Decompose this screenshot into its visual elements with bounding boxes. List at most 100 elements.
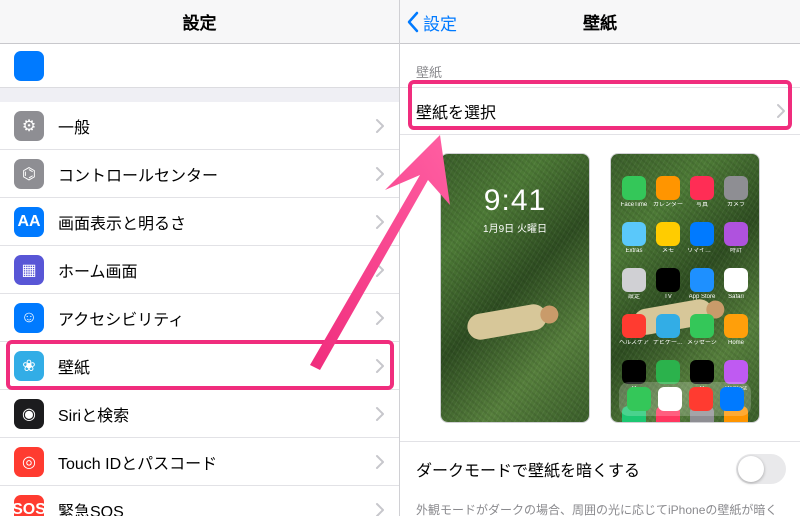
home-grid-icon: ▦ [14,255,44,285]
switches-icon: ⌬ [14,159,44,189]
settings-row-switches[interactable]: ⌬ コントロールセンター [0,150,399,198]
dark-mode-footer: 外観モードがダークの場合、周囲の光に応じてiPhoneの壁紙が暗く [400,496,800,516]
app-label: Home [728,340,744,346]
dark-mode-row: ダークモードで壁紙を暗くする [400,441,800,496]
app-label: FaceTime [621,202,647,208]
chevron-right-icon [375,502,385,516]
lock-screen-preview[interactable]: 9:41 1月9日 火曜日 [440,153,590,423]
home-app: 時計 [721,222,751,262]
app-icon [622,176,646,200]
app-icon [690,222,714,246]
home-app: ナビゲーション [653,314,683,354]
chevron-right-icon [375,310,385,326]
row-label: 緊急SOS [58,498,375,516]
chevron-right-icon [375,358,385,374]
settings-row-accessibility[interactable]: ☺ アクセシビリティ [0,294,399,342]
app-icon [622,222,646,246]
home-app: カレンダー [653,176,683,216]
app-label: カレンダー [653,202,683,208]
app-icon [724,222,748,246]
right-title: 壁紙 [583,9,617,34]
home-app: メッセージ [687,314,717,354]
wallpaper-previews: 9:41 1月9日 火曜日 FaceTimeカレンダー写真カメラExtrasメモ… [400,135,800,441]
app-label: 設定 [628,294,640,300]
chevron-right-icon [375,166,385,182]
choose-wallpaper-row[interactable]: 壁紙を選択 [400,87,800,135]
section-header-wallpaper: 壁紙 [400,44,800,87]
row-label: Siriと検索 [58,402,375,426]
wallpaper-icon: ❀ [14,351,44,381]
chevron-right-icon [375,406,385,422]
row-label: 一般 [58,114,375,138]
chevron-right-icon [375,118,385,134]
text-size-icon: AA [14,207,44,237]
row-label: Touch IDとパスコード [58,450,375,474]
home-app: リマインダー [687,222,717,262]
settings-row-sos[interactable]: SOS 緊急SOS [0,486,399,516]
accessibility-icon: ☺ [14,303,44,333]
home-app: Home [721,314,751,354]
siri-icon: ◉ [14,399,44,429]
sos-icon: SOS [14,495,44,516]
settings-row-home-grid[interactable]: ▦ ホーム画面 [0,246,399,294]
dock-app-icon [720,387,744,411]
settings-row-siri[interactable]: ◉ Siriと検索 [0,390,399,438]
lock-time-text: 9:41 [441,184,589,218]
row-label: ホーム画面 [58,258,375,282]
app-label: メモ [662,248,674,254]
home-app: App Store [687,268,717,308]
app-label: Extras [625,248,642,254]
app-label: App Store [689,294,716,300]
app-icon [690,314,714,338]
app-icon [656,176,680,200]
lock-date-text: 1月9日 火曜日 [441,220,589,235]
app-icon [622,360,646,384]
app-label: ヘルスケア [619,340,649,346]
app-icon [656,268,680,292]
left-title: 設定 [183,9,217,34]
row-label: アクセシビリティ [58,306,375,330]
app-label: 時計 [730,248,742,254]
partial-row-icon [14,51,44,81]
home-dock [619,382,751,416]
settings-left-pane: 設定 ⚙一般 ⌬ コントロールセンター AA 画面表示と明るさ ▦ ホーム画面 ☺ アクセシビリ… [0,0,400,516]
partial-row-top[interactable] [0,44,399,88]
choose-wallpaper-label: 壁紙を選択 [416,99,776,123]
home-app: メモ [653,222,683,262]
app-icon [656,222,680,246]
settings-row-gear[interactable]: ⚙一般 [0,102,399,150]
app-label: TV [664,294,672,300]
home-screen-preview[interactable]: FaceTimeカレンダー写真カメラExtrasメモリマインダー時計設定TVAp… [610,153,760,423]
chevron-right-icon [776,103,786,119]
app-icon [724,314,748,338]
dark-mode-label: ダークモードで壁紙を暗くする [416,457,736,481]
row-label: 画面表示と明るさ [58,210,375,234]
home-app: Safari [721,268,751,308]
chevron-right-icon [375,214,385,230]
touch-id-icon: ◎ [14,447,44,477]
row-label: 壁紙 [58,354,375,378]
chevron-right-icon [375,454,385,470]
app-icon [724,268,748,292]
dark-mode-toggle[interactable] [736,454,786,484]
home-app: ヘルスケア [619,314,649,354]
app-label: メッセージ [687,340,717,346]
app-icon [690,360,714,384]
app-icon [724,176,748,200]
lock-clock: 9:41 1月9日 火曜日 [441,184,589,235]
right-header: 設定 壁紙 [400,0,800,44]
app-label: リマインダー [687,248,717,254]
app-label: ナビゲーション [653,340,683,346]
app-icon [690,176,714,200]
chevron-left-icon [406,11,420,33]
settings-row-touch-id[interactable]: ◎ Touch IDとパスコード [0,438,399,486]
home-app: TV [653,268,683,308]
dock-app-icon [627,387,651,411]
chevron-right-icon [375,262,385,278]
app-icon [656,360,680,384]
settings-row-wallpaper[interactable]: ❀ 壁紙 [0,342,399,390]
row-label: コントロールセンター [58,162,375,186]
back-button[interactable]: 設定 [406,0,457,44]
app-icon [622,268,646,292]
settings-row-text-size[interactable]: AA 画面表示と明るさ [0,198,399,246]
